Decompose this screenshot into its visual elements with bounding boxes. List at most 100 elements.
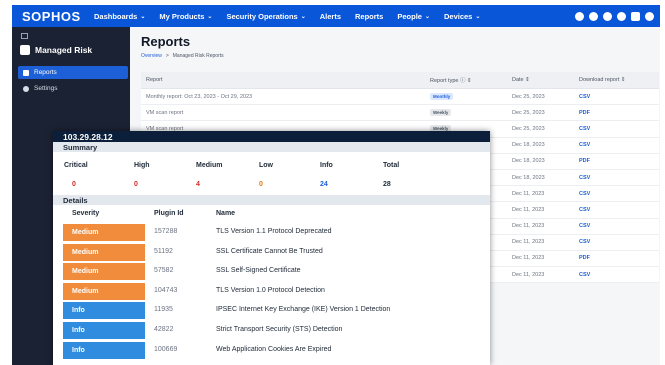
summary-header-total: Total	[383, 162, 400, 169]
nav-item-security-operations[interactable]: Security Operations ⌄	[226, 12, 305, 21]
summary-value-medium: 4	[196, 181, 200, 188]
download-link[interactable]: CSV	[579, 223, 590, 229]
nav-menu: Dashboards ⌄ My Products ⌄ Security Operatio…	[94, 12, 494, 21]
summary-values: 0 0 4 0 24 28	[53, 181, 490, 193]
summary-section-title: Summary	[53, 142, 490, 152]
sidebar-item-label: Settings	[34, 85, 58, 92]
nav-item-label: Devices	[443, 11, 473, 21]
summary-header-critical: Critical	[64, 162, 88, 169]
finding-row[interactable]: Info 100669 Web Application Cookies Are Ex…	[53, 341, 490, 360]
help-icon[interactable]	[617, 11, 626, 21]
severity-badge: Medium	[63, 263, 145, 281]
nav-item-reports[interactable]: Reports	[355, 12, 383, 21]
plugin-id: 100669	[154, 345, 178, 353]
download-link[interactable]: PDF	[579, 158, 590, 164]
sidebar-item-settings[interactable]: Settings	[18, 82, 128, 95]
nav-item-label: My Products	[159, 11, 205, 21]
column-header-report-type[interactable]: Report type ⓘ ⇕	[426, 76, 508, 84]
chevron-down-icon: ⌄	[300, 13, 306, 20]
severity-badge: Info	[63, 341, 145, 359]
nav-item-label: Dashboards	[94, 11, 138, 21]
finding-row[interactable]: Medium 157288 TLS Version 1.1 Protocol Dep…	[53, 223, 490, 242]
report-type-label: Report type	[430, 78, 459, 84]
summary-value-critical: 0	[72, 181, 76, 188]
column-header-date[interactable]: Date ⇕	[508, 77, 573, 83]
report-name: VM scan report	[146, 109, 184, 116]
download-link[interactable]: PDF	[579, 255, 590, 261]
table-row[interactable]: VM scan report Weekly Dec 25, 2023 PDF	[141, 105, 659, 122]
finding-name: IPSEC Internet Key Exchange (IKE) Versio…	[216, 306, 391, 314]
plugin-id: 104743	[154, 286, 178, 294]
breadcrumb: Overview > Managed Risk Reports	[141, 53, 224, 59]
host-ip: 103.29.28.12	[53, 131, 490, 142]
breadcrumb-overview-link[interactable]: Overview	[141, 53, 162, 59]
plugin-id: 42822	[154, 326, 174, 333]
nav-item-dashboards[interactable]: Dashboards ⌄	[94, 12, 145, 21]
nav-icons	[570, 11, 654, 21]
nav-item-label: Security Operations	[226, 11, 298, 21]
download-link[interactable]: PDF	[579, 110, 590, 116]
severity-badge: Info	[63, 302, 145, 320]
nav-item-devices[interactable]: Devices ⌄	[444, 12, 480, 21]
finding-name: SSL Certificate Cannot Be Trusted	[216, 247, 323, 255]
top-nav-bar: SOPHOS Dashboards ⌄ My Products ⌄ Security O…	[12, 5, 660, 27]
report-type-badge: Weekly	[430, 109, 452, 117]
finding-row[interactable]: Medium 104743 TLS Version 1.0 Protocol Det…	[53, 282, 490, 301]
sort-icon: ⇕	[467, 78, 472, 84]
report-date: Dec 25, 2023	[512, 125, 545, 132]
user-icon[interactable]	[645, 11, 654, 21]
nav-item-people[interactable]: People ⌄	[397, 12, 430, 21]
plugin-id: 57582	[154, 267, 174, 275]
sidebar-item-reports[interactable]: Reports	[18, 66, 128, 79]
plugin-id: 157288	[154, 228, 178, 235]
download-link[interactable]: CSV	[579, 207, 590, 213]
download-link[interactable]: CSV	[579, 272, 590, 278]
scan-detail-card: 103.29.28.12 Summary Critical High Mediu…	[53, 131, 490, 365]
download-link[interactable]: CSV	[579, 191, 590, 197]
download-link[interactable]: CSV	[579, 175, 590, 181]
finding-row[interactable]: Info 11935 IPSEC Internet Key Exchange (IK…	[53, 301, 490, 320]
sophos-logo[interactable]: SOPHOS	[22, 9, 94, 24]
severity-badge: Info	[63, 322, 145, 339]
download-link[interactable]: CSV	[579, 142, 590, 148]
report-date: Dec 11, 2023	[512, 206, 545, 213]
severity-badge: Medium	[63, 243, 145, 261]
summary-header-medium: Medium	[196, 162, 223, 169]
breadcrumb-separator: >	[165, 53, 169, 59]
summary-value-high: 0	[134, 181, 138, 188]
finding-name: TLS Version 1.1 Protocol Deprecated	[216, 228, 332, 235]
sun-icon[interactable]	[603, 11, 612, 21]
bell-icon[interactable]	[631, 11, 640, 21]
nav-item-label: Reports	[355, 11, 384, 21]
workspace-header: Managed Risk	[20, 45, 92, 55]
summary-header-low: Low	[259, 162, 273, 169]
summary-value-info: 24	[320, 181, 328, 188]
chevron-down-icon: ⌄	[140, 13, 146, 20]
details-header-name: Name	[216, 210, 236, 217]
summary-header-high: High	[134, 162, 150, 169]
column-header-report[interactable]: Report	[141, 77, 426, 83]
report-date: Dec 18, 2023	[512, 158, 545, 165]
sort-icon: ⇕	[620, 77, 626, 83]
report-date: Dec 18, 2023	[512, 174, 545, 181]
nav-item-alerts[interactable]: Alerts	[320, 12, 341, 21]
summary-headers: Critical High Medium Low Info Total	[53, 162, 490, 174]
gear-icon[interactable]	[589, 11, 598, 21]
finding-name: TLS Version 1.0 Protocol Detection	[216, 286, 325, 294]
download-link[interactable]: CSV	[579, 126, 590, 132]
sidebar-collapse-icon[interactable]	[21, 33, 28, 39]
finding-row[interactable]: Medium 57582 SSL Self-Signed Certificate	[53, 262, 490, 281]
nav-item-my-products[interactable]: My Products ⌄	[159, 12, 212, 21]
chevron-down-icon: ⌄	[475, 13, 481, 20]
chevron-down-icon: ⌄	[207, 13, 213, 20]
sidebar-item-label: Reports	[34, 69, 57, 76]
report-date: Dec 11, 2023	[512, 255, 545, 262]
table-row[interactable]: Monthly report: Oct 23, 2023 - Oct 29, 2…	[141, 89, 659, 106]
finding-row[interactable]: Info 42822 Strict Transport Security (STS)…	[53, 321, 490, 340]
globe-icon[interactable]	[575, 11, 584, 21]
column-header-download[interactable]: Download report ⇕	[573, 77, 653, 83]
download-link[interactable]: CSV	[579, 239, 590, 245]
report-type-cell: Weekly	[426, 109, 508, 117]
download-link[interactable]: CSV	[579, 94, 590, 100]
finding-row[interactable]: Medium 51192 SSL Certificate Cannot Be Tru…	[53, 243, 490, 262]
